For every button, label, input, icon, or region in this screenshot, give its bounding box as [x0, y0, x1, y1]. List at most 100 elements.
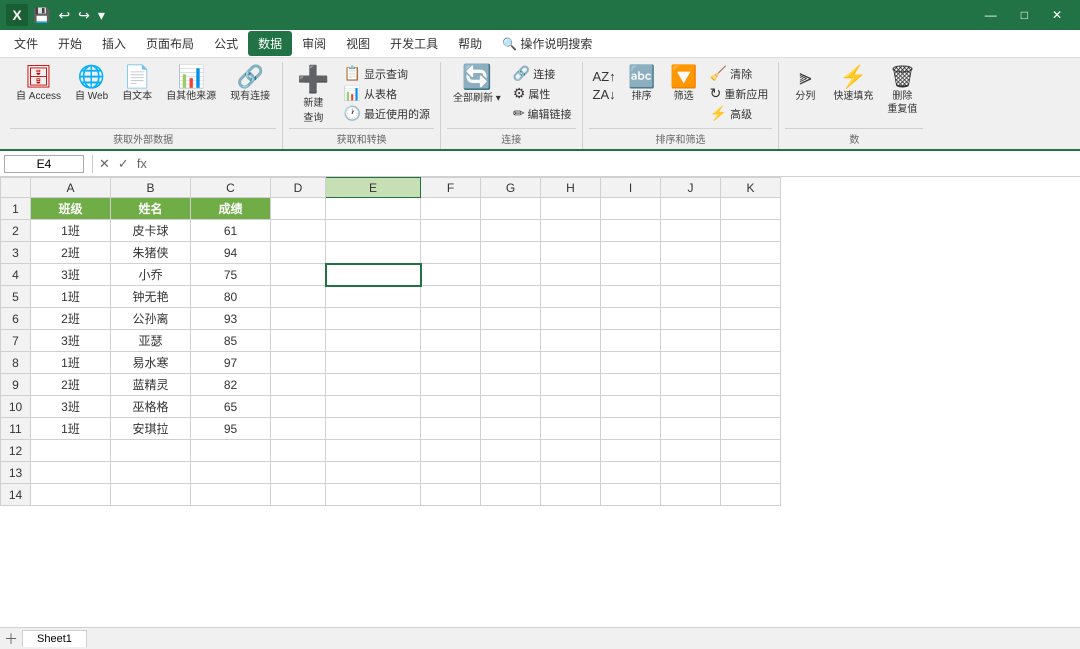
cell-E12[interactable]: [326, 440, 421, 462]
cell-H5[interactable]: [541, 286, 601, 308]
cell-B11[interactable]: 安琪拉: [111, 418, 191, 440]
flash-fill-btn[interactable]: ⚡ 快速填充: [827, 64, 879, 105]
edit-links-btn[interactable]: ✏ 编辑链接: [509, 104, 576, 123]
cell-I13[interactable]: [601, 462, 661, 484]
cell-K12[interactable]: [721, 440, 781, 462]
cell-K14[interactable]: [721, 484, 781, 506]
cell-J1[interactable]: [661, 198, 721, 220]
cell-J12[interactable]: [661, 440, 721, 462]
col-header-K[interactable]: K: [721, 178, 781, 198]
cell-A10[interactable]: 3班: [31, 396, 111, 418]
cancel-formula-icon[interactable]: ✕: [97, 156, 112, 172]
row-header-12[interactable]: 12: [1, 440, 31, 462]
cell-C2[interactable]: 61: [191, 220, 271, 242]
cell-G2[interactable]: [481, 220, 541, 242]
cell-I7[interactable]: [601, 330, 661, 352]
cell-I5[interactable]: [601, 286, 661, 308]
cell-B4[interactable]: 小乔: [111, 264, 191, 286]
cell-H13[interactable]: [541, 462, 601, 484]
cell-K2[interactable]: [721, 220, 781, 242]
cell-F13[interactable]: [421, 462, 481, 484]
cell-C10[interactable]: 65: [191, 396, 271, 418]
access-btn[interactable]: 🗄 自 Access: [10, 64, 67, 105]
menu-insert[interactable]: 插入: [92, 31, 136, 56]
cell-C8[interactable]: 97: [191, 352, 271, 374]
col-header-G[interactable]: G: [481, 178, 541, 198]
cell-G3[interactable]: [481, 242, 541, 264]
cell-B10[interactable]: 巫格格: [111, 396, 191, 418]
text-to-columns-btn[interactable]: ⫸ 分列: [785, 64, 825, 105]
cell-E13[interactable]: [326, 462, 421, 484]
properties-btn[interactable]: ⚙ 属性: [509, 84, 576, 103]
menu-dev-tools[interactable]: 开发工具: [380, 31, 448, 56]
cell-C6[interactable]: 93: [191, 308, 271, 330]
col-header-H[interactable]: H: [541, 178, 601, 198]
recent-sources-btn[interactable]: 🕐 最近使用的源: [340, 104, 434, 123]
cell-reference-box[interactable]: [4, 155, 84, 173]
cell-H7[interactable]: [541, 330, 601, 352]
sort-desc-btn[interactable]: ZA↓: [589, 86, 620, 103]
cell-A3[interactable]: 2班: [31, 242, 111, 264]
cell-F9[interactable]: [421, 374, 481, 396]
cell-H3[interactable]: [541, 242, 601, 264]
cell-C5[interactable]: 80: [191, 286, 271, 308]
cell-E9[interactable]: [326, 374, 421, 396]
cell-K4[interactable]: [721, 264, 781, 286]
cell-B3[interactable]: 朱猪侠: [111, 242, 191, 264]
row-header-11[interactable]: 11: [1, 418, 31, 440]
redo-quick-btn[interactable]: ↪: [75, 6, 93, 25]
cell-B5[interactable]: 钟无艳: [111, 286, 191, 308]
cell-B9[interactable]: 蓝精灵: [111, 374, 191, 396]
cell-A6[interactable]: 2班: [31, 308, 111, 330]
cell-F6[interactable]: [421, 308, 481, 330]
confirm-formula-icon[interactable]: ✓: [116, 156, 131, 172]
cell-F12[interactable]: [421, 440, 481, 462]
cell-E4[interactable]: [326, 264, 421, 286]
cell-C14[interactable]: [191, 484, 271, 506]
save-quick-btn[interactable]: 💾: [30, 6, 53, 25]
cell-K9[interactable]: [721, 374, 781, 396]
advanced-btn[interactable]: ⚡ 高级: [706, 104, 773, 123]
cell-I1[interactable]: [601, 198, 661, 220]
menu-review[interactable]: 审阅: [292, 31, 336, 56]
cell-G8[interactable]: [481, 352, 541, 374]
reapply-btn[interactable]: ↻ 重新应用: [706, 84, 773, 103]
cell-K5[interactable]: [721, 286, 781, 308]
remove-duplicates-btn[interactable]: 🗑 删除重复值: [881, 64, 923, 118]
web-btn[interactable]: 🌐 自 Web: [69, 64, 114, 105]
cell-J9[interactable]: [661, 374, 721, 396]
cell-B7[interactable]: 亚瑟: [111, 330, 191, 352]
cell-H1[interactable]: [541, 198, 601, 220]
cell-K3[interactable]: [721, 242, 781, 264]
close-btn[interactable]: ✕: [1040, 6, 1074, 24]
cell-G6[interactable]: [481, 308, 541, 330]
existing-connections-btn[interactable]: 🔗 现有连接: [224, 64, 276, 105]
cell-J4[interactable]: [661, 264, 721, 286]
cell-K6[interactable]: [721, 308, 781, 330]
insert-function-icon[interactable]: fx: [135, 156, 149, 171]
cell-A2[interactable]: 1班: [31, 220, 111, 242]
undo-quick-btn[interactable]: ↩: [55, 6, 73, 25]
cell-I3[interactable]: [601, 242, 661, 264]
col-header-J[interactable]: J: [661, 178, 721, 198]
cell-K11[interactable]: [721, 418, 781, 440]
add-sheet-btn[interactable]: ＋: [4, 629, 18, 649]
menu-page-layout[interactable]: 页面布局: [136, 31, 204, 56]
cell-A4[interactable]: 3班: [31, 264, 111, 286]
text-btn[interactable]: 📄 自文本: [116, 64, 158, 105]
cell-F14[interactable]: [421, 484, 481, 506]
col-header-D[interactable]: D: [271, 178, 326, 198]
cell-A12[interactable]: [31, 440, 111, 462]
filter-btn[interactable]: 🔽 筛选: [664, 64, 704, 105]
col-header-C[interactable]: C: [191, 178, 271, 198]
clear-btn[interactable]: 🧹 清除: [706, 64, 773, 83]
cell-H6[interactable]: [541, 308, 601, 330]
cell-I6[interactable]: [601, 308, 661, 330]
cell-D7[interactable]: [271, 330, 326, 352]
row-header-10[interactable]: 10: [1, 396, 31, 418]
row-header-4[interactable]: 4: [1, 264, 31, 286]
cell-G11[interactable]: [481, 418, 541, 440]
cell-C12[interactable]: [191, 440, 271, 462]
cell-I4[interactable]: [601, 264, 661, 286]
other-sources-btn[interactable]: 📊 自其他来源: [160, 64, 222, 105]
